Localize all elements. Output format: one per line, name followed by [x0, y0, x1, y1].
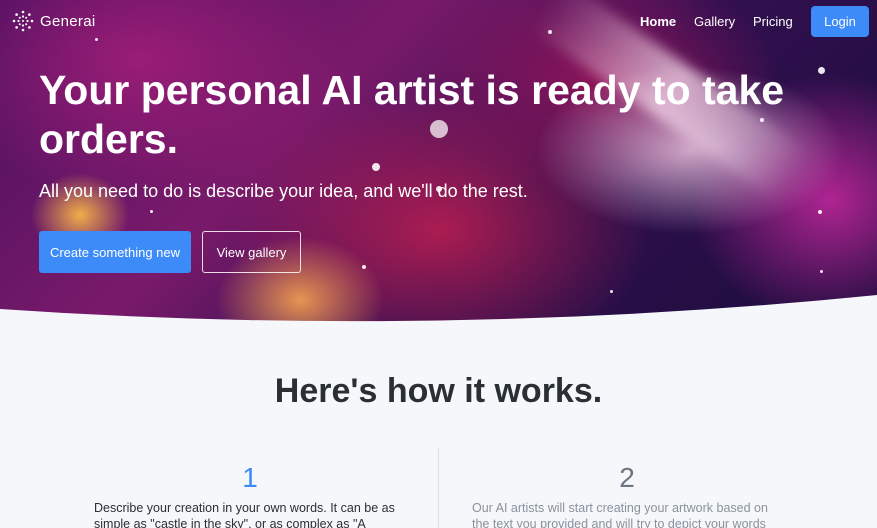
- view-gallery-button[interactable]: View gallery: [202, 231, 301, 273]
- step-number-2: 2: [619, 462, 635, 493]
- login-button[interactable]: Login: [811, 6, 869, 37]
- hero-wave-divider: [0, 295, 877, 355]
- star: [610, 290, 613, 293]
- create-something-new-button[interactable]: Create something new: [39, 231, 191, 273]
- nav-link-pricing[interactable]: Pricing: [753, 14, 793, 29]
- brand-logo[interactable]: Generai: [12, 10, 95, 32]
- nav-link-home[interactable]: Home: [640, 14, 676, 29]
- star: [820, 270, 823, 273]
- hero-title: Your personal AI artist is ready to take…: [39, 67, 785, 162]
- star: [372, 163, 380, 171]
- step-description-2: Our AI artists will start creating your …: [472, 501, 768, 528]
- top-navbar: Generai Home Gallery Pricing Login: [0, 0, 877, 44]
- hero-subtitle: All you need to do is describe your idea…: [39, 181, 528, 201]
- logo-dots-icon: [12, 10, 34, 32]
- section-title-how-it-works: Here's how it works.: [274, 372, 603, 410]
- steps-divider: [438, 448, 439, 528]
- step-number-1: 1: [242, 462, 258, 493]
- step-description-1: Describe your creation in your own words…: [94, 501, 395, 528]
- hero-banner: [0, 0, 877, 330]
- star: [362, 265, 366, 269]
- brand-name: Generai: [40, 12, 96, 30]
- star: [150, 210, 153, 213]
- nav-link-gallery[interactable]: Gallery: [694, 14, 735, 29]
- star: [818, 210, 822, 214]
